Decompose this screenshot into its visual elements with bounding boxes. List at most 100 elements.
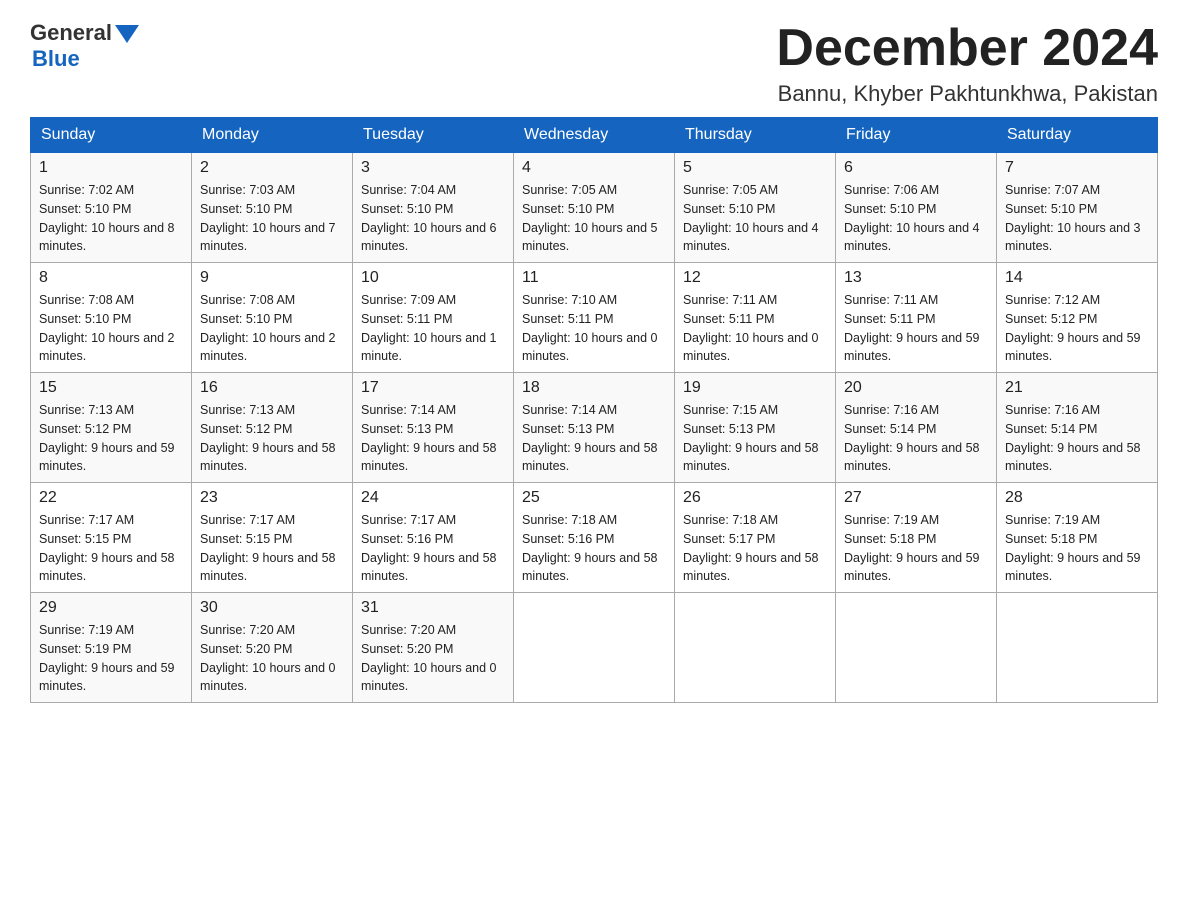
day-info: Sunrise: 7:19 AMSunset: 5:18 PMDaylight:… (844, 511, 988, 586)
day-info: Sunrise: 7:18 AMSunset: 5:16 PMDaylight:… (522, 511, 666, 586)
calendar-cell: 6 Sunrise: 7:06 AMSunset: 5:10 PMDayligh… (836, 153, 997, 263)
calendar-week-row: 22 Sunrise: 7:17 AMSunset: 5:15 PMDaylig… (31, 483, 1158, 593)
day-number: 8 (39, 269, 183, 287)
calendar-cell: 27 Sunrise: 7:19 AMSunset: 5:18 PMDaylig… (836, 483, 997, 593)
calendar-cell: 10 Sunrise: 7:09 AMSunset: 5:11 PMDaylig… (353, 263, 514, 373)
calendar-cell: 16 Sunrise: 7:13 AMSunset: 5:12 PMDaylig… (192, 373, 353, 483)
day-info: Sunrise: 7:13 AMSunset: 5:12 PMDaylight:… (200, 401, 344, 476)
day-info: Sunrise: 7:19 AMSunset: 5:18 PMDaylight:… (1005, 511, 1149, 586)
day-info: Sunrise: 7:14 AMSunset: 5:13 PMDaylight:… (361, 401, 505, 476)
day-number: 10 (361, 269, 505, 287)
day-number: 27 (844, 489, 988, 507)
header-wednesday: Wednesday (514, 118, 675, 153)
day-number: 21 (1005, 379, 1149, 397)
calendar-cell: 1 Sunrise: 7:02 AMSunset: 5:10 PMDayligh… (31, 153, 192, 263)
day-number: 19 (683, 379, 827, 397)
calendar-week-row: 1 Sunrise: 7:02 AMSunset: 5:10 PMDayligh… (31, 153, 1158, 263)
calendar-cell: 26 Sunrise: 7:18 AMSunset: 5:17 PMDaylig… (675, 483, 836, 593)
day-number: 30 (200, 599, 344, 617)
calendar-cell: 2 Sunrise: 7:03 AMSunset: 5:10 PMDayligh… (192, 153, 353, 263)
location-subtitle: Bannu, Khyber Pakhtunkhwa, Pakistan (776, 81, 1158, 107)
day-number: 9 (200, 269, 344, 287)
calendar-cell: 21 Sunrise: 7:16 AMSunset: 5:14 PMDaylig… (997, 373, 1158, 483)
calendar-cell (675, 593, 836, 703)
day-info: Sunrise: 7:17 AMSunset: 5:15 PMDaylight:… (39, 511, 183, 586)
day-info: Sunrise: 7:10 AMSunset: 5:11 PMDaylight:… (522, 291, 666, 366)
day-info: Sunrise: 7:04 AMSunset: 5:10 PMDaylight:… (361, 181, 505, 256)
day-number: 12 (683, 269, 827, 287)
calendar-cell: 3 Sunrise: 7:04 AMSunset: 5:10 PMDayligh… (353, 153, 514, 263)
calendar-cell: 31 Sunrise: 7:20 AMSunset: 5:20 PMDaylig… (353, 593, 514, 703)
day-number: 25 (522, 489, 666, 507)
day-info: Sunrise: 7:11 AMSunset: 5:11 PMDaylight:… (683, 291, 827, 366)
day-info: Sunrise: 7:15 AMSunset: 5:13 PMDaylight:… (683, 401, 827, 476)
calendar-cell: 24 Sunrise: 7:17 AMSunset: 5:16 PMDaylig… (353, 483, 514, 593)
page-header: General Blue December 2024 Bannu, Khyber… (30, 20, 1158, 107)
day-number: 13 (844, 269, 988, 287)
day-info: Sunrise: 7:12 AMSunset: 5:12 PMDaylight:… (1005, 291, 1149, 366)
day-number: 16 (200, 379, 344, 397)
calendar-cell: 11 Sunrise: 7:10 AMSunset: 5:11 PMDaylig… (514, 263, 675, 373)
calendar-cell (997, 593, 1158, 703)
calendar-cell: 23 Sunrise: 7:17 AMSunset: 5:15 PMDaylig… (192, 483, 353, 593)
day-number: 26 (683, 489, 827, 507)
calendar-cell: 9 Sunrise: 7:08 AMSunset: 5:10 PMDayligh… (192, 263, 353, 373)
calendar-cell: 8 Sunrise: 7:08 AMSunset: 5:10 PMDayligh… (31, 263, 192, 373)
day-info: Sunrise: 7:11 AMSunset: 5:11 PMDaylight:… (844, 291, 988, 366)
calendar-header-row: Sunday Monday Tuesday Wednesday Thursday… (31, 118, 1158, 153)
day-number: 3 (361, 159, 505, 177)
day-info: Sunrise: 7:08 AMSunset: 5:10 PMDaylight:… (200, 291, 344, 366)
day-number: 28 (1005, 489, 1149, 507)
header-tuesday: Tuesday (353, 118, 514, 153)
calendar-cell: 20 Sunrise: 7:16 AMSunset: 5:14 PMDaylig… (836, 373, 997, 483)
day-info: Sunrise: 7:09 AMSunset: 5:11 PMDaylight:… (361, 291, 505, 366)
day-number: 14 (1005, 269, 1149, 287)
calendar-cell: 30 Sunrise: 7:20 AMSunset: 5:20 PMDaylig… (192, 593, 353, 703)
day-info: Sunrise: 7:06 AMSunset: 5:10 PMDaylight:… (844, 181, 988, 256)
day-number: 22 (39, 489, 183, 507)
calendar-cell (836, 593, 997, 703)
day-info: Sunrise: 7:13 AMSunset: 5:12 PMDaylight:… (39, 401, 183, 476)
calendar-table: Sunday Monday Tuesday Wednesday Thursday… (30, 117, 1158, 703)
title-block: December 2024 Bannu, Khyber Pakhtunkhwa,… (776, 20, 1158, 107)
calendar-cell: 7 Sunrise: 7:07 AMSunset: 5:10 PMDayligh… (997, 153, 1158, 263)
day-number: 5 (683, 159, 827, 177)
header-saturday: Saturday (997, 118, 1158, 153)
calendar-week-row: 29 Sunrise: 7:19 AMSunset: 5:19 PMDaylig… (31, 593, 1158, 703)
day-number: 17 (361, 379, 505, 397)
day-info: Sunrise: 7:16 AMSunset: 5:14 PMDaylight:… (844, 401, 988, 476)
day-number: 23 (200, 489, 344, 507)
calendar-cell: 13 Sunrise: 7:11 AMSunset: 5:11 PMDaylig… (836, 263, 997, 373)
calendar-cell: 4 Sunrise: 7:05 AMSunset: 5:10 PMDayligh… (514, 153, 675, 263)
day-number: 4 (522, 159, 666, 177)
day-info: Sunrise: 7:17 AMSunset: 5:15 PMDaylight:… (200, 511, 344, 586)
calendar-cell: 17 Sunrise: 7:14 AMSunset: 5:13 PMDaylig… (353, 373, 514, 483)
day-info: Sunrise: 7:07 AMSunset: 5:10 PMDaylight:… (1005, 181, 1149, 256)
calendar-cell: 19 Sunrise: 7:15 AMSunset: 5:13 PMDaylig… (675, 373, 836, 483)
month-title: December 2024 (776, 20, 1158, 77)
calendar-cell: 22 Sunrise: 7:17 AMSunset: 5:15 PMDaylig… (31, 483, 192, 593)
day-info: Sunrise: 7:18 AMSunset: 5:17 PMDaylight:… (683, 511, 827, 586)
logo-general-text: General (30, 20, 112, 46)
day-info: Sunrise: 7:17 AMSunset: 5:16 PMDaylight:… (361, 511, 505, 586)
day-number: 7 (1005, 159, 1149, 177)
logo: General Blue (30, 20, 139, 72)
logo-blue-text: Blue (32, 46, 80, 71)
day-info: Sunrise: 7:02 AMSunset: 5:10 PMDaylight:… (39, 181, 183, 256)
calendar-cell: 5 Sunrise: 7:05 AMSunset: 5:10 PMDayligh… (675, 153, 836, 263)
day-number: 11 (522, 269, 666, 287)
header-friday: Friday (836, 118, 997, 153)
day-number: 20 (844, 379, 988, 397)
day-info: Sunrise: 7:16 AMSunset: 5:14 PMDaylight:… (1005, 401, 1149, 476)
header-monday: Monday (192, 118, 353, 153)
day-number: 29 (39, 599, 183, 617)
day-info: Sunrise: 7:05 AMSunset: 5:10 PMDaylight:… (522, 181, 666, 256)
day-info: Sunrise: 7:05 AMSunset: 5:10 PMDaylight:… (683, 181, 827, 256)
day-number: 31 (361, 599, 505, 617)
calendar-week-row: 15 Sunrise: 7:13 AMSunset: 5:12 PMDaylig… (31, 373, 1158, 483)
day-number: 18 (522, 379, 666, 397)
calendar-cell: 12 Sunrise: 7:11 AMSunset: 5:11 PMDaylig… (675, 263, 836, 373)
header-thursday: Thursday (675, 118, 836, 153)
header-sunday: Sunday (31, 118, 192, 153)
day-number: 2 (200, 159, 344, 177)
